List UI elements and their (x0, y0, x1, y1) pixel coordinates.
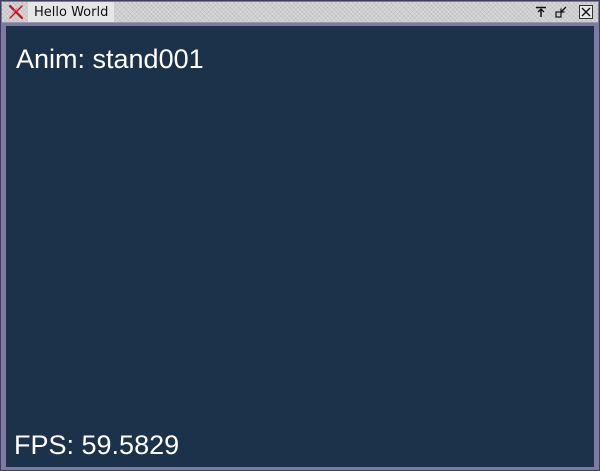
window-title-text: Hello World (34, 4, 109, 20)
x-close-app-icon[interactable] (8, 4, 24, 20)
pin-on-top-icon[interactable] (534, 5, 548, 19)
window-title: Hello World (28, 2, 115, 22)
close-box-icon[interactable] (579, 5, 593, 19)
app-window: Hello World Anim: stand001 FPS: 59.5829 (0, 0, 600, 471)
anim-status-text: Anim: stand001 (16, 44, 204, 74)
fps-counter-text: FPS: 59.5829 (14, 430, 180, 460)
render-viewport[interactable]: Anim: stand001 FPS: 59.5829 (6, 26, 594, 467)
title-bar[interactable]: Hello World (2, 2, 598, 23)
restore-icon[interactable] (554, 5, 568, 19)
